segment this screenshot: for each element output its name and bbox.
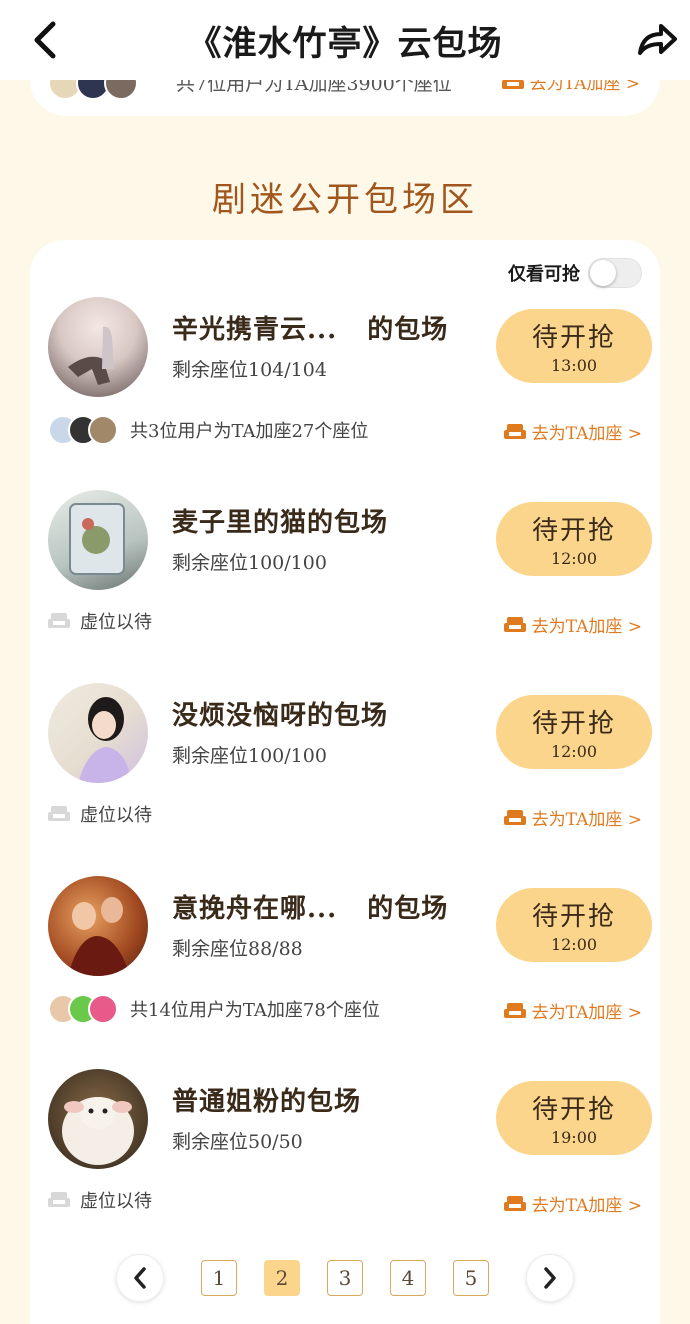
room-supporters: 共3位用户为TA加座27个座位: [48, 415, 368, 445]
add-seat-label: 去为TA加座 >: [531, 1003, 642, 1023]
back-chevron-icon: [34, 21, 56, 59]
vacancy-text: 虚位以待: [80, 612, 152, 633]
room-avatar: [48, 490, 148, 590]
add-seat-label: 去为TA加座 >: [531, 810, 642, 830]
add-seat-label: 去为TA加座 >: [531, 424, 642, 444]
room-seats: 剩余座位50/50: [172, 1131, 303, 1153]
supporter-avatar: [88, 994, 118, 1024]
room-vacancy: 虚位以待: [48, 1187, 152, 1213]
supporter-summary: 共14位用户为TA加座78个座位: [130, 1000, 380, 1021]
chevron-left-icon: [134, 1267, 146, 1289]
next-page-button[interactable]: [526, 1254, 574, 1302]
toggle-knob: [590, 260, 616, 286]
room-seats: 剩余座位100/100: [172, 552, 327, 574]
grab-button-label: 待开抢: [531, 1095, 616, 1125]
supporter-avatars: [48, 994, 118, 1024]
share-button[interactable]: [634, 16, 680, 62]
section-title: 剧迷公开包场区: [212, 180, 478, 220]
page-title: 《淮水竹亭》云包场: [187, 23, 503, 64]
empty-seat-icon: [48, 806, 70, 821]
grab-button-label: 待开抢: [531, 709, 616, 739]
grab-button-label: 待开抢: [531, 902, 616, 932]
room-seats: 剩余座位88/88: [172, 938, 303, 960]
room-name: 普通姐粉的包场: [172, 1087, 362, 1117]
page-3-button[interactable]: 3: [327, 1260, 363, 1296]
add-seat-link[interactable]: 去为TA加座 >: [503, 612, 642, 637]
page-4-button[interactable]: 4: [390, 1260, 426, 1296]
sofa-icon: [503, 1195, 526, 1211]
room-name: 意挽舟在哪... 的包场: [172, 894, 449, 924]
supporter-summary: 共3位用户为TA加座27个座位: [130, 421, 369, 442]
room-name: 辛光携青云... 的包场: [172, 315, 449, 345]
room-item[interactable]: 意挽舟在哪... 的包场 剩余座位88/88 待开抢 12:00 共14位用户为…: [30, 876, 660, 1069]
grab-time: 19:00: [550, 1128, 598, 1147]
top-nav-bar: 《淮水竹亭》云包场: [0, 0, 690, 80]
grab-button-label: 待开抢: [531, 516, 616, 546]
grab-button[interactable]: 待开抢 12:00: [496, 502, 652, 576]
chevron-right-icon: [544, 1267, 556, 1289]
room-seats: 剩余座位100/100: [172, 745, 327, 767]
supporter-avatars: [48, 415, 118, 445]
vacancy-text: 虚位以待: [80, 1191, 152, 1212]
room-avatar: [48, 876, 148, 976]
pagination: 1 2 3 4 5: [30, 1254, 660, 1304]
prev-page-button[interactable]: [116, 1254, 164, 1302]
room-item[interactable]: 没烦没恼呀的包场 剩余座位100/100 待开抢 12:00 虚位以待 去为TA…: [30, 683, 660, 876]
add-seat-link[interactable]: 去为TA加座 >: [503, 419, 642, 444]
filter-row: 仅看可抢: [508, 258, 642, 288]
grab-button[interactable]: 待开抢 12:00: [496, 695, 652, 769]
add-seat-link[interactable]: 去为TA加座 >: [503, 998, 642, 1023]
room-avatar: [48, 683, 148, 783]
room-seats: 剩余座位104/104: [172, 359, 327, 381]
room-vacancy: 虚位以待: [48, 608, 152, 634]
add-seat-link[interactable]: 去为TA加座 >: [503, 805, 642, 830]
sofa-icon: [503, 423, 526, 439]
add-seat-label: 去为TA加座 >: [531, 617, 642, 637]
empty-seat-icon: [48, 1192, 70, 1207]
sofa-icon: [503, 616, 526, 632]
room-item[interactable]: 辛光携青云... 的包场 剩余座位104/104 待开抢 13:00 共3位用户…: [30, 297, 660, 490]
room-avatar: [48, 297, 148, 397]
grab-button[interactable]: 待开抢 13:00: [496, 309, 652, 383]
grab-time: 12:00: [550, 742, 598, 761]
room-vacancy: 虚位以待: [48, 801, 152, 827]
add-seat-link[interactable]: 去为TA加座 >: [503, 1191, 642, 1216]
empty-seat-icon: [48, 613, 70, 628]
available-only-toggle[interactable]: [588, 258, 642, 288]
grab-button-label: 待开抢: [531, 323, 616, 353]
room-name: 没烦没恼呀的包场: [172, 701, 389, 731]
page-1-button[interactable]: 1: [201, 1260, 237, 1296]
vacancy-text: 虚位以待: [80, 805, 152, 826]
back-button[interactable]: [24, 18, 64, 62]
filter-label: 仅看可抢: [508, 264, 580, 285]
room-item[interactable]: 麦子里的猫的包场 剩余座位100/100 待开抢 12:00 虚位以待 去为TA…: [30, 490, 660, 683]
sofa-icon: [503, 809, 526, 825]
room-name: 麦子里的猫的包场: [172, 508, 389, 538]
room-avatar: [48, 1069, 148, 1169]
grab-time: 12:00: [550, 935, 598, 954]
page-2-button[interactable]: 2: [264, 1260, 300, 1296]
room-item[interactable]: 普通姐粉的包场 剩余座位50/50 待开抢 19:00 虚位以待 去为TA加座 …: [30, 1069, 660, 1262]
grab-time: 13:00: [550, 356, 598, 375]
grab-button[interactable]: 待开抢 12:00: [496, 888, 652, 962]
room-list-panel: 仅看可抢 辛光携青云... 的包场 剩余座位104/104 待开抢 13:00 …: [30, 240, 660, 1324]
room-supporters: 共14位用户为TA加座78个座位: [48, 994, 380, 1024]
sofa-icon: [503, 1002, 526, 1018]
grab-button[interactable]: 待开抢 19:00: [496, 1081, 652, 1155]
add-seat-label: 去为TA加座 >: [531, 1196, 642, 1216]
share-arrow-icon: [638, 24, 677, 55]
supporter-avatar: [88, 415, 118, 445]
grab-time: 12:00: [550, 549, 598, 568]
page-5-button[interactable]: 5: [453, 1260, 489, 1296]
